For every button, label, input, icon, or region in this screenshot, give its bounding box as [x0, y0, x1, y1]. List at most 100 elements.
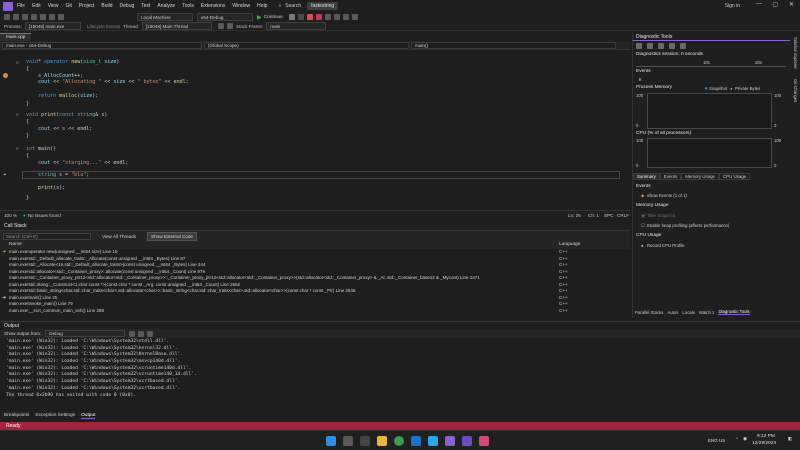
file-explorer-icon[interactable]	[377, 436, 387, 446]
visual-studio-icon[interactable]	[445, 436, 455, 446]
code-editor[interactable]: ➜ ⊟ ⊟ ⊟ void* operator new(size_t size) …	[0, 50, 630, 210]
notifications-icon[interactable]: ◧	[788, 437, 793, 442]
language-indicator[interactable]: ENG US	[708, 438, 725, 443]
output-source-select[interactable]: Debug	[45, 330, 126, 337]
call-stack-row[interactable]: main.exe!std::basic_string<char,std::cha…	[0, 288, 630, 294]
stack-frame-select[interactable]: main	[266, 22, 327, 30]
tab-diagnostic-tools[interactable]: Diagnostic Tools	[718, 309, 750, 315]
menu-build[interactable]: Build	[101, 3, 112, 9]
menu-extensions[interactable]: Extensions	[201, 3, 225, 9]
continue-icon[interactable]: ▶	[257, 14, 262, 21]
stop-icon[interactable]	[306, 14, 313, 20]
thread-select[interactable]: [15048] Main Thread	[141, 22, 212, 30]
back-icon[interactable]	[4, 14, 10, 20]
cpu-section[interactable]: CPU (% of all processors)	[636, 131, 691, 136]
step-icon[interactable]	[288, 14, 295, 20]
call-stack-row[interactable]: main.exe!std::_Container_proxy_ptr12<std…	[0, 275, 630, 281]
column-name[interactable]: Name	[9, 242, 22, 247]
redo-icon[interactable]	[58, 14, 64, 20]
tab-exception-settings[interactable]: Exception Settings	[35, 413, 75, 418]
step-out-icon[interactable]	[351, 14, 358, 20]
whitespace-mode[interactable]: SPC	[604, 213, 613, 218]
tab-locals[interactable]: Locals	[682, 310, 694, 315]
pause-icon[interactable]	[297, 14, 304, 20]
start-icon[interactable]	[326, 436, 336, 446]
reset-zoom-icon[interactable]	[680, 43, 686, 49]
tab-output[interactable]: Output	[81, 413, 96, 419]
menu-debug[interactable]: Debug	[120, 3, 135, 9]
clock-date[interactable]: 12/29/2023	[752, 441, 776, 446]
call-stack-row[interactable]: main.exe!std::_Default_allocate_traits::…	[0, 256, 630, 262]
search-icon[interactable]: ⌕	[278, 3, 281, 9]
word-wrap-icon[interactable]	[147, 330, 154, 337]
zoom-out-icon[interactable]	[669, 43, 675, 49]
tab-cpu-usage[interactable]: CPU Usage	[719, 173, 751, 180]
step-into-icon[interactable]	[333, 14, 340, 20]
show-events-link[interactable]: Show Events (1 of 1)	[647, 193, 687, 198]
step-over-icon[interactable]	[342, 14, 349, 20]
heap-checkbox[interactable]: ☐	[641, 223, 645, 229]
call-stack-row[interactable]: main.exe!std::_Allocate<16,std::_Default…	[0, 262, 630, 268]
toggle-thread-flag-icon[interactable]	[217, 23, 224, 29]
call-stack-row[interactable]: main.exe!invoke_main() Line 79 C++	[0, 301, 630, 307]
close-button[interactable]: ✕	[789, 1, 794, 8]
line-number[interactable]: Ln: 25	[568, 213, 581, 218]
tab-solution-explorer[interactable]: Solution Explorer	[793, 37, 798, 69]
call-stack-row[interactable]: main.exe!std::allocator<std::_Container_…	[0, 269, 630, 275]
volume-icon[interactable]: ◉	[743, 437, 747, 442]
enable-heap-profiling-label[interactable]: Enable heap profiling (affects performan…	[647, 223, 729, 228]
process-memory-section[interactable]: Process Memory	[636, 85, 672, 90]
search-icon[interactable]	[343, 436, 353, 446]
call-stack-search-input[interactable]: Search (Ctrl+E)	[3, 232, 91, 240]
undo-icon[interactable]	[49, 14, 55, 20]
menu-test[interactable]: Test	[141, 3, 150, 9]
menu-view[interactable]: View	[48, 3, 59, 9]
menu-git[interactable]: Git	[65, 3, 71, 9]
tab-events[interactable]: Events	[659, 173, 682, 180]
tab-watch-1[interactable]: Watch 1	[699, 310, 715, 315]
global-scope-select[interactable]: (Global Scope)	[204, 41, 409, 49]
clear-all-icon[interactable]	[138, 330, 145, 337]
char-number[interactable]: Ch: 1	[588, 213, 599, 218]
continue-button[interactable]: Continue	[264, 15, 283, 20]
tab-summary[interactable]: Summary	[633, 173, 660, 180]
column-language[interactable]: Language	[559, 242, 580, 247]
record-cpu-profile-button[interactable]: Record CPU Profile	[647, 243, 685, 248]
cpu-graph[interactable]	[647, 138, 772, 168]
collapse-icon[interactable]: ⊟	[16, 146, 18, 151]
tab-autos[interactable]: Autos	[667, 310, 678, 315]
search-menu[interactable]: Search	[285, 3, 301, 9]
call-stack-row[interactable]: main.exe!std::string::_Construct<1,char …	[0, 282, 630, 288]
edge-icon[interactable]	[411, 436, 421, 446]
new-item-icon[interactable]	[22, 14, 28, 20]
settings-icon[interactable]	[636, 43, 642, 49]
save-icon[interactable]	[31, 14, 37, 20]
call-stack-row[interactable]: main.exe!__scrt_common_main_seh() Line 2…	[0, 308, 630, 314]
lifecycle-events-button[interactable]: Lifecycle Events	[87, 24, 120, 29]
issues-status[interactable]: No issues found	[28, 213, 61, 218]
menu-tools[interactable]: Tools	[182, 3, 194, 9]
sign-in-link[interactable]: Sign in	[725, 3, 740, 9]
project-scope-select[interactable]: main.exe - x64-Debug	[2, 41, 202, 49]
network-icon[interactable]: ◔	[735, 437, 738, 442]
restart-icon[interactable]	[315, 14, 322, 20]
tab-breakpoints[interactable]: Breakpoints	[4, 413, 29, 418]
tab-memory-usage[interactable]: Memory Usage	[681, 173, 720, 180]
app-icon[interactable]	[479, 436, 489, 446]
take-snapshot-button[interactable]: Take Snapshot	[647, 213, 675, 218]
select-tools-icon[interactable]	[647, 43, 653, 49]
view-all-threads-button[interactable]: View All Threads	[99, 233, 139, 240]
find-message-icon[interactable]	[129, 330, 136, 337]
maximize-button[interactable]: ▢	[772, 1, 778, 8]
events-section[interactable]: Events	[636, 69, 651, 74]
collapse-icon[interactable]: ⊟	[16, 60, 18, 65]
chrome-icon[interactable]	[394, 436, 404, 446]
target-machine-select[interactable]: Local Machine	[137, 13, 193, 21]
forward-icon[interactable]	[13, 14, 19, 20]
show-next-statement-icon[interactable]	[324, 14, 331, 20]
call-stack-row[interactable]: ➜ main.exe!main() Line 25 C++	[0, 295, 630, 301]
task-view-icon[interactable]	[360, 436, 370, 446]
call-stack-row[interactable]: ➜ main.exe!operator new(unsigned __int64 …	[0, 249, 630, 255]
minimize-button[interactable]: —	[756, 1, 762, 7]
menu-file[interactable]: File	[17, 3, 25, 9]
